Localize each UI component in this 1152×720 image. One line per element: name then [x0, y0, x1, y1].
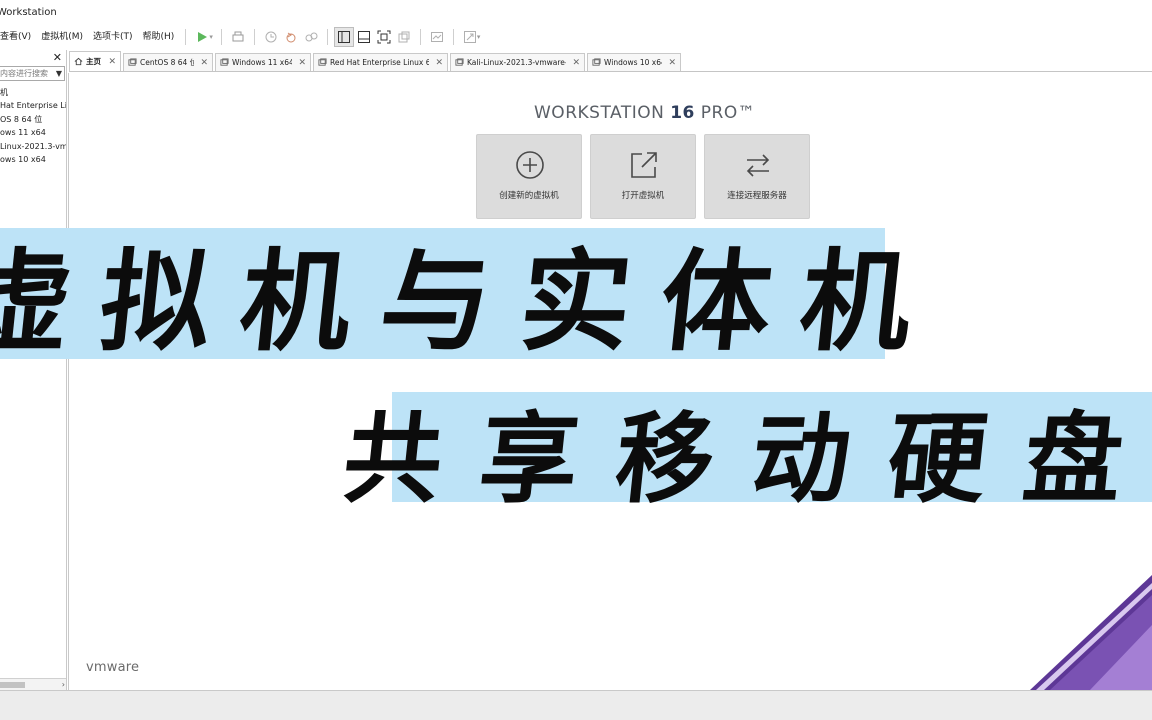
- snapshot-manager-icon[interactable]: [301, 27, 321, 47]
- revert-snapshot-icon[interactable]: [281, 27, 301, 47]
- menu-vm[interactable]: 虚拟机(M): [36, 26, 88, 48]
- brand-prefix: WORKSTATION: [534, 103, 665, 123]
- tab-strip: 主页 ✕ CentOS 8 64 位 ✕ Windows 11 x64 ✕ Re…: [69, 51, 1152, 72]
- action-label: 创建新的虚拟机: [499, 191, 559, 201]
- action-label: 连接远程服务器: [727, 191, 787, 201]
- menu-tabs[interactable]: 选项卡(T): [88, 26, 138, 48]
- open-vm-button[interactable]: 打开虚拟机: [590, 134, 696, 219]
- close-icon[interactable]: ✕: [572, 58, 580, 68]
- tab-label: 主页: [86, 57, 101, 66]
- tree-item-my-computer[interactable]: 机: [0, 86, 66, 99]
- menu-view[interactable]: 查看(V): [0, 26, 36, 48]
- tree-item-windows10[interactable]: ows 10 x64: [0, 153, 66, 166]
- toolbar-separator: [452, 29, 454, 45]
- close-icon[interactable]: ✕: [108, 57, 116, 67]
- chevron-down-icon[interactable]: ▼: [56, 67, 62, 80]
- tree-item-windows11[interactable]: ows 11 x64: [0, 126, 66, 139]
- tab-centos[interactable]: CentOS 8 64 位 ✕: [123, 53, 213, 71]
- tree-item-redhat[interactable]: Hat Enterprise Lir: [0, 99, 66, 112]
- toolbar-separator: [326, 29, 328, 45]
- tab-home[interactable]: 主页 ✕: [69, 51, 121, 71]
- connect-server-button[interactable]: 连接远程服务器: [704, 134, 810, 219]
- search-placeholder: 内容进行搜索: [0, 69, 48, 78]
- tab-label: Kali-Linux-2021.3-vmware-am...: [467, 58, 566, 67]
- window-title: Workstation: [0, 7, 57, 18]
- stretch-dropdown-icon[interactable]: ▾: [477, 33, 481, 41]
- unity-icon[interactable]: [394, 27, 414, 47]
- library-view-icon[interactable]: [333, 27, 354, 47]
- toolbar-separator: [220, 29, 222, 45]
- vm-icon: [128, 58, 137, 66]
- tree-item-centos[interactable]: OS 8 64 位: [0, 113, 66, 126]
- brand-suffix: PRO™: [700, 103, 756, 123]
- overlay-title-line2: 共享移动硬盘: [338, 402, 1152, 517]
- tab-label: Red Hat Enterprise Linux 6 64...: [330, 58, 430, 67]
- vm-icon: [592, 58, 601, 66]
- scrollbar-thumb[interactable]: [0, 682, 25, 688]
- tab-windows10[interactable]: Windows 10 x64 ✕: [587, 53, 681, 71]
- status-bar: [0, 690, 1152, 720]
- external-open-icon: [631, 152, 657, 178]
- product-brand: WORKSTATION 16 PRO™: [534, 103, 755, 123]
- home-icon: [74, 57, 83, 66]
- scroll-right-icon[interactable]: ›: [62, 679, 65, 690]
- library-search-input[interactable]: 内容进行搜索 ▼: [0, 66, 65, 81]
- thumbnail-icon[interactable]: [427, 27, 447, 47]
- action-label: 打开虚拟机: [621, 191, 665, 201]
- tab-label: Windows 11 x64: [232, 58, 293, 67]
- close-icon[interactable]: ✕: [53, 52, 62, 64]
- tab-label: CentOS 8 64 位: [140, 58, 195, 67]
- swap-arrows-icon: [746, 154, 770, 177]
- vmware-logo: vmware: [86, 660, 140, 675]
- vm-icon: [455, 58, 464, 66]
- snapshot-icon[interactable]: [261, 27, 281, 47]
- close-icon[interactable]: ✕: [668, 58, 676, 68]
- create-vm-button[interactable]: 创建新的虚拟机: [476, 134, 582, 219]
- close-icon[interactable]: ✕: [435, 58, 443, 68]
- vm-icon: [220, 58, 229, 66]
- close-icon[interactable]: ✕: [200, 58, 208, 68]
- library-tree: 机 Hat Enterprise Lir OS 8 64 位 ows 11 x6…: [0, 86, 66, 166]
- overlay-title-line1: 虚拟机与实体机: [0, 237, 948, 366]
- brand-corner-graphic: [1030, 575, 1152, 690]
- close-icon[interactable]: ✕: [298, 58, 306, 68]
- horizontal-scrollbar[interactable]: ›: [0, 678, 66, 690]
- tab-label: Windows 10 x64: [604, 58, 663, 67]
- brand-version: 16: [670, 103, 695, 123]
- tab-redhat[interactable]: Red Hat Enterprise Linux 6 64... ✕: [313, 53, 448, 71]
- title-bar: Workstation: [0, 0, 1152, 26]
- plus-circle-icon: [516, 151, 544, 179]
- menu-toolbar: 查看(V) 虚拟机(M) 选项卡(T) 帮助(H) ▾ ▾: [0, 26, 1152, 48]
- fullscreen-icon[interactable]: [374, 27, 394, 47]
- toolbar-separator: [419, 29, 421, 45]
- tab-windows11[interactable]: Windows 11 x64 ✕: [215, 53, 311, 71]
- menu-help[interactable]: 帮助(H): [138, 26, 180, 48]
- tab-kali[interactable]: Kali-Linux-2021.3-vmware-am... ✕: [450, 53, 585, 71]
- console-view-icon[interactable]: [354, 27, 374, 47]
- tree-item-kali[interactable]: Linux-2021.3-vmw: [0, 140, 66, 153]
- power-dropdown-icon[interactable]: ▾: [209, 33, 213, 41]
- toolbar-separator: [253, 29, 255, 45]
- send-keys-icon[interactable]: [228, 27, 248, 47]
- vm-icon: [318, 58, 327, 66]
- toolbar-separator: [185, 29, 187, 45]
